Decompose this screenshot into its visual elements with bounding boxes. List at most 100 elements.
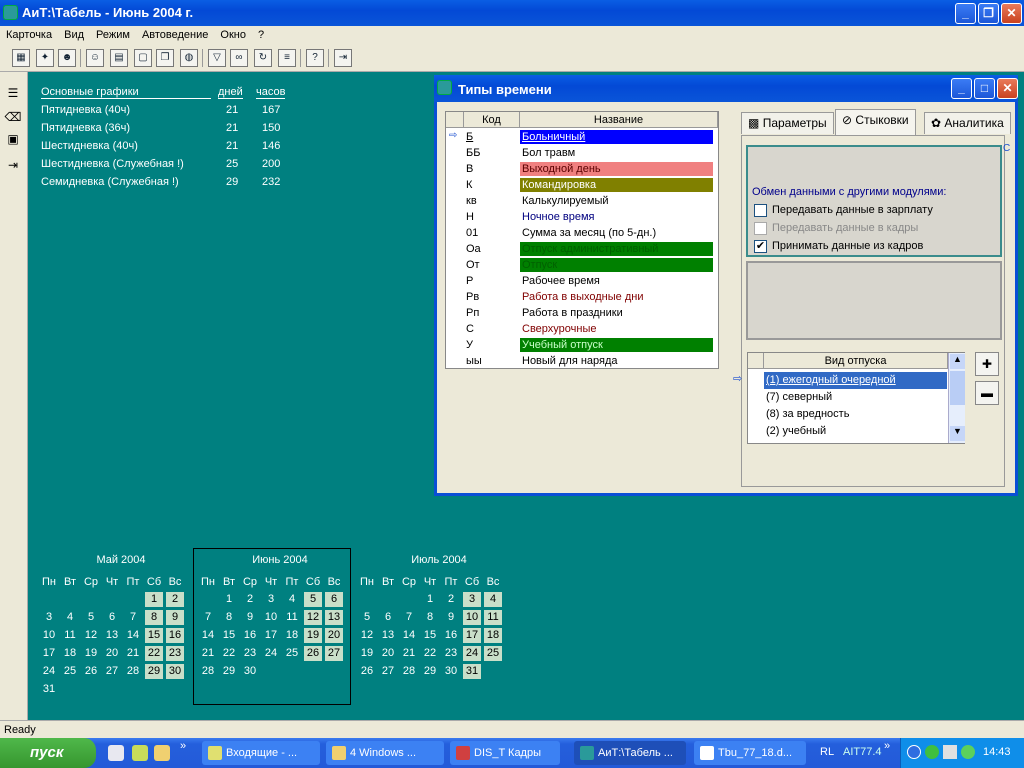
calendar-day[interactable]: 10 bbox=[40, 628, 58, 643]
calendar-day[interactable]: 18 bbox=[484, 628, 502, 643]
media-player-icon[interactable] bbox=[108, 745, 124, 761]
calendar-day[interactable]: 21 bbox=[199, 646, 217, 661]
time-types-grid[interactable]: Код Название ⇨ Б Больничный ББ Бол травм В Вых… bbox=[445, 111, 719, 369]
calendar-day[interactable]: 31 bbox=[463, 664, 481, 679]
calendar-day[interactable]: 12 bbox=[82, 628, 100, 643]
calendar-day[interactable]: 13 bbox=[103, 628, 121, 643]
calendar-day[interactable]: 11 bbox=[61, 628, 79, 643]
calendar-day[interactable]: 31 bbox=[40, 682, 58, 697]
calendar-day[interactable]: 1 bbox=[145, 592, 163, 607]
calendar-day[interactable]: 14 bbox=[400, 628, 418, 643]
dialog-minimize-button[interactable]: _ bbox=[951, 78, 972, 99]
indent-icon[interactable]: ☰ bbox=[4, 84, 22, 102]
calendar-day[interactable]: 23 bbox=[442, 646, 460, 661]
calendar-day[interactable]: 28 bbox=[124, 664, 142, 679]
smiley-icon[interactable]: ☺ bbox=[86, 49, 104, 67]
calendar-day[interactable]: 4 bbox=[484, 592, 502, 607]
binoculars-icon[interactable]: ∞ bbox=[230, 49, 248, 67]
calendar-day[interactable]: 5 bbox=[358, 610, 376, 625]
calendar-day[interactable]: 1 bbox=[421, 592, 439, 607]
calendar-day[interactable]: 16 bbox=[166, 628, 184, 643]
time-type-row[interactable]: С Сверхурочные bbox=[446, 321, 718, 337]
calendar-day[interactable]: 9 bbox=[241, 610, 259, 625]
dialog-close-button[interactable]: ✕ bbox=[997, 78, 1018, 99]
vacation-row[interactable]: (1) ежегодный очередной bbox=[764, 372, 947, 389]
tab-parametry[interactable]: ▩ Параметры bbox=[741, 112, 834, 134]
language-indicator[interactable]: RL bbox=[820, 746, 834, 758]
vacation-grid[interactable]: Вид отпуска ⇨ (1) ежегодный очередной (7) … bbox=[733, 352, 965, 444]
calendar-day[interactable]: 24 bbox=[262, 646, 280, 661]
name-column-header[interactable]: Название bbox=[520, 112, 718, 128]
time-type-row[interactable]: Рв Работа в выходные дни bbox=[446, 289, 718, 305]
delete-vacation-button[interactable]: ▬ bbox=[975, 381, 999, 405]
tab-analitika[interactable]: ✿ Аналитика bbox=[924, 112, 1011, 134]
calendar-day[interactable]: 12 bbox=[358, 628, 376, 643]
calendar-day[interactable]: 4 bbox=[283, 592, 301, 607]
time-type-row[interactable]: ⇨ Б Больничный bbox=[446, 129, 718, 145]
task-dis-kadry[interactable]: DIS_T Кадры bbox=[450, 741, 560, 765]
chevron-left-icon[interactable] bbox=[907, 745, 921, 759]
calendar-day[interactable]: 19 bbox=[358, 646, 376, 661]
calendar-day[interactable]: 17 bbox=[463, 628, 481, 643]
calendar-day[interactable]: 3 bbox=[463, 592, 481, 607]
time-type-row[interactable]: ыы Новый для наряда bbox=[446, 353, 718, 369]
time-type-row[interactable]: 01 Сумма за месяц (по 5-дн.) bbox=[446, 225, 718, 241]
calendar-day[interactable]: 19 bbox=[82, 646, 100, 661]
copy-icon[interactable]: ❐ bbox=[156, 49, 174, 67]
calendar-day[interactable]: 15 bbox=[145, 628, 163, 643]
time-type-row[interactable]: кв Калькулируемый bbox=[446, 193, 718, 209]
calendar-day[interactable]: 22 bbox=[220, 646, 238, 661]
calendar-day[interactable]: 29 bbox=[220, 664, 238, 679]
calendar-day[interactable]: 22 bbox=[421, 646, 439, 661]
list-icon[interactable]: ≡ bbox=[278, 49, 296, 67]
vacation-row[interactable]: (2) учебный bbox=[764, 423, 947, 440]
wand-icon[interactable]: ✦ bbox=[36, 49, 54, 67]
calendar-day[interactable]: 4 bbox=[61, 610, 79, 625]
expand-icon[interactable]: » bbox=[180, 740, 186, 752]
calendar-day[interactable]: 30 bbox=[241, 664, 259, 679]
calendar-day[interactable]: 16 bbox=[241, 628, 259, 643]
calendar-day[interactable]: 12 bbox=[304, 610, 322, 625]
menu-avtovedenie[interactable]: Автоведение bbox=[136, 29, 214, 41]
calendar-day[interactable]: 18 bbox=[61, 646, 79, 661]
start-button[interactable]: пуск bbox=[0, 738, 96, 768]
calendar-day[interactable]: 15 bbox=[421, 628, 439, 643]
calendar-day[interactable]: 26 bbox=[358, 664, 376, 679]
task-inbox[interactable]: Входящие - ... bbox=[202, 741, 320, 765]
calendar-day[interactable]: 17 bbox=[262, 628, 280, 643]
menu-rezhim[interactable]: Режим bbox=[90, 29, 136, 41]
tray-app-icon[interactable] bbox=[943, 745, 957, 759]
calendar-day[interactable]: 23 bbox=[166, 646, 184, 661]
time-type-row[interactable]: Рп Работа в праздники bbox=[446, 305, 718, 321]
calendar-day[interactable]: 3 bbox=[40, 610, 58, 625]
restore-button[interactable]: ❐ bbox=[978, 3, 999, 24]
calendar-day[interactable]: 13 bbox=[325, 610, 343, 625]
help-icon[interactable]: ? bbox=[306, 49, 324, 67]
calendar-day[interactable]: 20 bbox=[379, 646, 397, 661]
calendar-day[interactable]: 8 bbox=[220, 610, 238, 625]
calendar-day[interactable]: 10 bbox=[463, 610, 481, 625]
vacation-row[interactable]: (8) за вредность bbox=[764, 406, 947, 423]
calendar-day[interactable]: 30 bbox=[442, 664, 460, 679]
menu-help[interactable]: ? bbox=[252, 29, 270, 41]
globe-icon[interactable]: ◍ bbox=[180, 49, 198, 67]
vacation-row[interactable]: (7) северный bbox=[764, 389, 947, 406]
checkbox-salary[interactable] bbox=[754, 204, 767, 217]
calendar-day[interactable]: 28 bbox=[400, 664, 418, 679]
scroll-up-icon[interactable]: ▲ bbox=[950, 354, 965, 369]
checkbox-import-cadres[interactable]: ✔ bbox=[754, 240, 767, 253]
calendar-day[interactable]: 14 bbox=[199, 628, 217, 643]
calendar-day[interactable]: 15 bbox=[220, 628, 238, 643]
calendar-day[interactable]: 3 bbox=[262, 592, 280, 607]
checkbox-cadres[interactable] bbox=[754, 222, 767, 235]
calendar-day[interactable]: 17 bbox=[40, 646, 58, 661]
calendar-day[interactable]: 27 bbox=[379, 664, 397, 679]
calendar-day[interactable]: 20 bbox=[103, 646, 121, 661]
calendar-day[interactable]: 25 bbox=[283, 646, 301, 661]
calendar-day[interactable]: 23 bbox=[241, 646, 259, 661]
calendar-day[interactable]: 27 bbox=[103, 664, 121, 679]
vacation-scrollbar[interactable]: ▲ ▼ bbox=[948, 353, 965, 443]
vacation-header[interactable]: Вид отпуска bbox=[764, 353, 948, 369]
time-type-row[interactable]: К Командировка bbox=[446, 177, 718, 193]
menu-kartochka[interactable]: Карточка bbox=[0, 29, 58, 41]
